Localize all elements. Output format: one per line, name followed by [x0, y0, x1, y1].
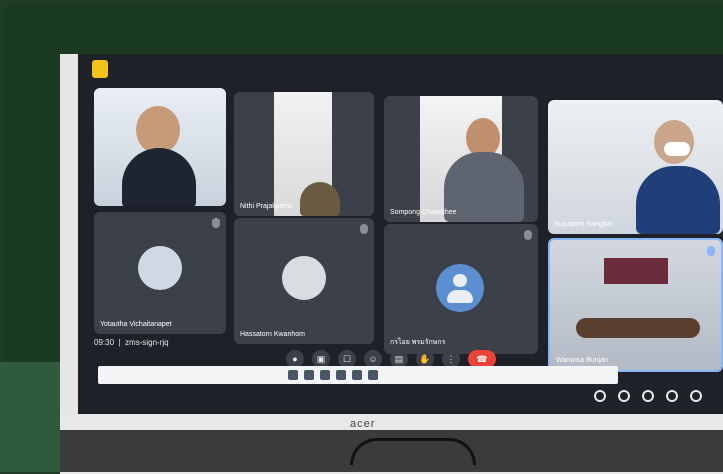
activities-icon[interactable]: [666, 390, 678, 402]
participant-name-2: Nithi Prajakpiens: [240, 203, 293, 210]
search-icon[interactable]: [304, 370, 314, 380]
monitor: Nithi Prajakpiens Sompong Chaiwithee Sup…: [60, 54, 723, 474]
windows-taskbar: [98, 366, 618, 384]
participant-tile-3[interactable]: Sompong Chaiwithee: [384, 96, 538, 222]
video-call-screen: Nithi Prajakpiens Sompong Chaiwithee Sup…: [78, 54, 723, 414]
participant-tile-5[interactable]: Yotautha Vichaitanapet: [94, 212, 226, 334]
lock-icon[interactable]: [690, 390, 702, 402]
participant-name-8: Wanwisa Bunjan: [556, 357, 608, 364]
meeting-code: zms-sign-rjq: [125, 338, 169, 347]
face-mask: [664, 142, 690, 156]
desk-cable: [350, 438, 476, 465]
green-accent-panel: [0, 362, 60, 472]
start-icon[interactable]: [288, 370, 298, 380]
taskbar-icons: [288, 370, 378, 380]
default-user-avatar-icon: [436, 264, 484, 312]
conference-table: [576, 318, 700, 338]
meeting-divider: |: [116, 338, 123, 347]
speaking-indicator-icon: [707, 246, 715, 256]
participant-name-6: Hassatorn Kwanhom: [240, 331, 305, 338]
participant-tile-8-active[interactable]: Wanwisa Bunjan: [548, 238, 723, 372]
page-frame: Nithi Prajakpiens Sompong Chaiwithee Sup…: [0, 0, 723, 474]
monitor-brand-logo: acer: [350, 418, 376, 430]
participant-face: [136, 106, 180, 154]
participant-avatar: [282, 256, 326, 300]
participant-shirt: [636, 166, 720, 234]
participant-tile-4[interactable]: Supaporn Sangbal: [548, 100, 723, 234]
participant-name-3: Sompong Chaiwithee: [390, 209, 457, 216]
room-screen: [604, 258, 668, 284]
participant-tile-6[interactable]: Hassatorn Kwanhom: [234, 218, 374, 344]
meeting-info: 09:30 | zms-sign-rjq: [94, 338, 169, 347]
chat-icon[interactable]: [642, 390, 654, 402]
participant-tile-1[interactable]: [94, 88, 226, 206]
store-icon[interactable]: [368, 370, 378, 380]
participant-shoulder: [300, 182, 340, 216]
participant-name-5: Yotautha Vichaitanapet: [100, 321, 172, 328]
meeting-side-controls: [594, 390, 702, 402]
meeting-app-badge-icon: [92, 60, 108, 78]
participant-name-4: Supaporn Sangbal: [554, 221, 612, 228]
muted-mic-icon: [524, 230, 532, 240]
info-icon[interactable]: [594, 390, 606, 402]
participant-tile-2[interactable]: Nithi Prajakpiens: [234, 92, 374, 216]
participant-name-7: กรไอย พรมรักษกร: [390, 339, 446, 346]
muted-mic-icon: [360, 224, 368, 234]
people-icon[interactable]: [618, 390, 630, 402]
participant-avatar: [138, 246, 182, 290]
explorer-icon[interactable]: [320, 370, 330, 380]
muted-mic-icon: [212, 218, 220, 228]
browser-icon[interactable]: [336, 370, 346, 380]
meeting-time: 09:30: [94, 338, 115, 347]
participant-tile-7[interactable]: กรไอย พรมรักษกร: [384, 224, 538, 354]
chrome-icon[interactable]: [352, 370, 362, 380]
